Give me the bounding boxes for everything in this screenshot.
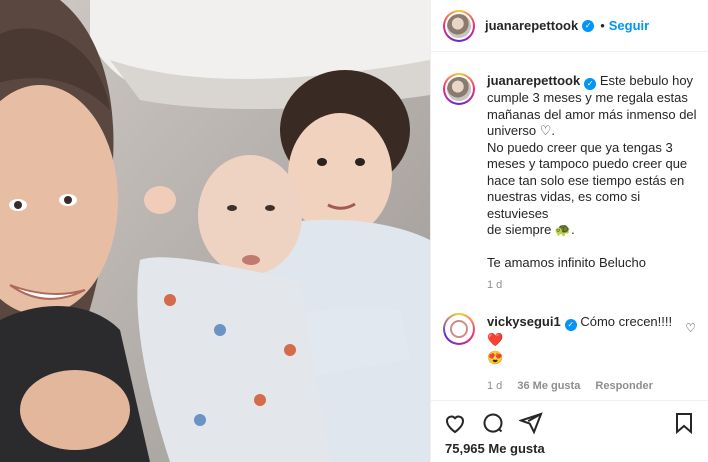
comment-avatar[interactable] [443,313,475,346]
post-caption: juanarepettook ✓ Este bebulo hoy cumple 3… [443,73,697,291]
caption-username[interactable]: juanarepettook [487,73,580,88]
post-header: juanarepettook ✓ • Seguir [431,0,708,52]
comment-item: vickysegui1 ✓ Cómo crecen!!!!❤️ 😍 1 d 36 … [443,313,696,395]
caption-avatar[interactable] [443,73,475,105]
comment-username[interactable]: vickysegui1 [487,314,561,329]
follow-button[interactable]: Seguir [609,18,649,33]
author-avatar[interactable] [443,9,475,42]
comment-icon[interactable] [481,411,505,435]
likes-count[interactable]: 75,965 Me gusta [431,441,708,456]
verified-badge-icon: ✓ [582,19,595,32]
bookmark-icon[interactable] [672,411,696,435]
caption-verified-badge-icon: ✓ [584,78,597,91]
comments-list[interactable]: juanarepettook ✓ Este bebulo hoy cumple 3… [431,53,708,400]
post-photo[interactable] [0,0,430,462]
comment-timestamp[interactable]: 1 d [487,380,502,392]
comment-heart-icon[interactable]: ♡ [685,321,696,335]
author-username[interactable]: juanarepettook [485,18,578,33]
reply-button[interactable]: Responder [595,380,652,392]
comment-verified-badge-icon: ✓ [564,319,577,332]
photo-illustration [0,0,430,462]
comment-meta: 1 d 36 Me gusta Responder [487,377,687,395]
share-icon[interactable] [519,411,543,435]
caption-text: juanarepettook ✓ Este bebulo hoy cumple 3… [487,73,697,270]
comment-likes[interactable]: 36 Me gusta [517,380,580,392]
action-bar: 75,965 Me gusta [431,400,708,462]
comment-text-line2: 😍 [487,350,504,366]
caption-timestamp[interactable]: 1 d [487,279,697,291]
heart-icon[interactable] [443,411,467,435]
post-sidebar: juanarepettook ✓ • Seguir juanarepettook… [430,0,708,462]
separator-dot: • [600,18,605,33]
